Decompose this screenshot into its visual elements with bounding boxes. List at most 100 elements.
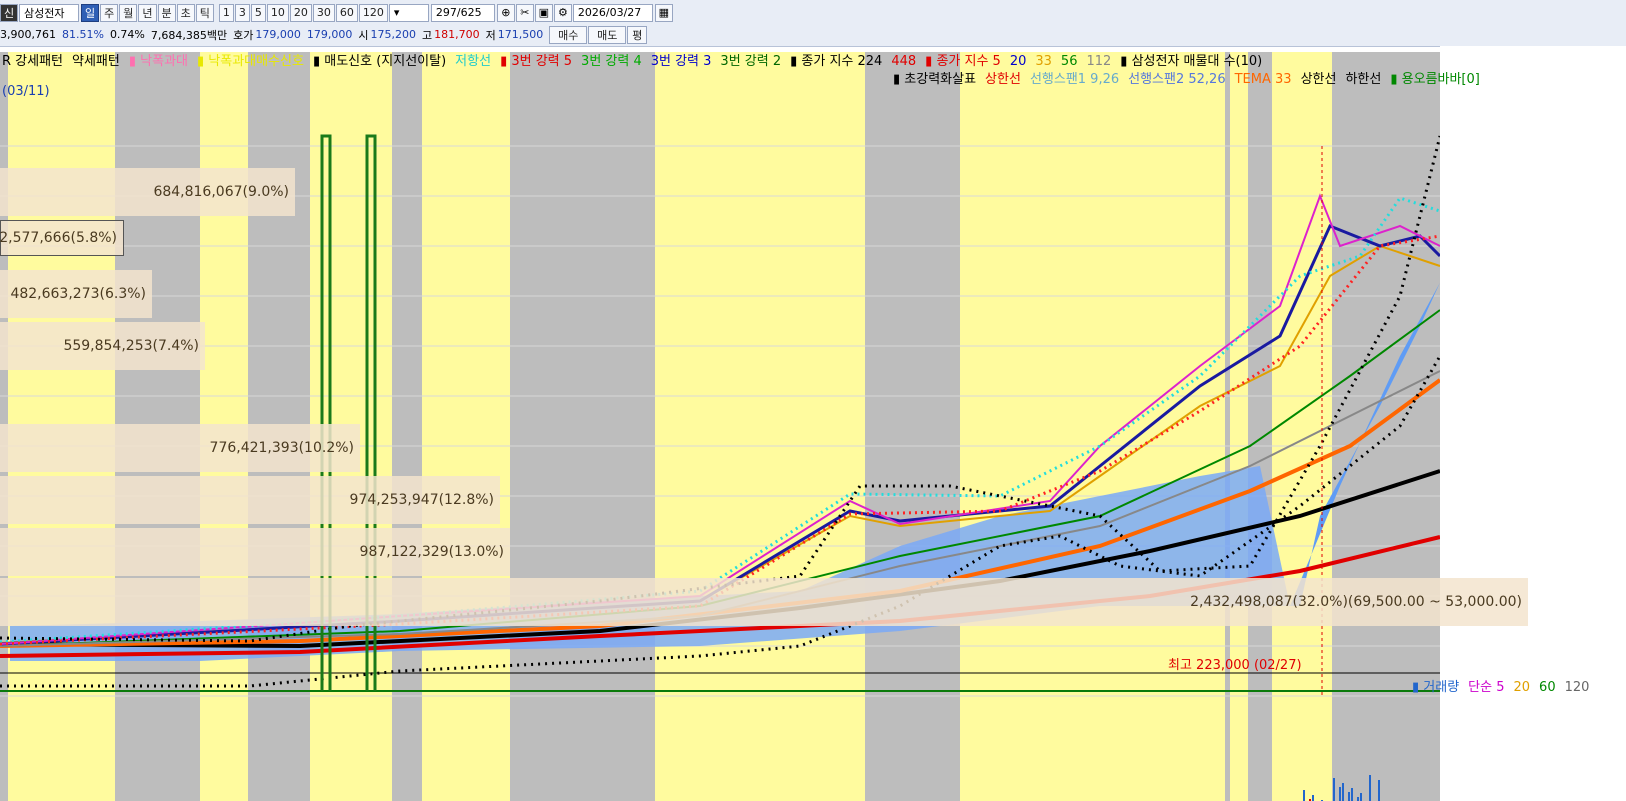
count-input[interactable]: 297/625: [430, 3, 495, 22]
interval-button[interactable]: 30: [312, 3, 335, 22]
volume-profile-label: 987,122,329(13.0%): [0, 528, 510, 576]
legend-item[interactable]: 448: [891, 54, 916, 69]
legend-item[interactable]: ▮ 거래량: [1412, 680, 1459, 695]
legend-item[interactable]: TEMA 33: [1235, 72, 1292, 87]
legend-item[interactable]: 단순 5: [1468, 680, 1504, 695]
session-band: [1272, 52, 1332, 801]
volume-bar: [1369, 775, 1371, 801]
interval-buttons: 1 3 5 10 20 30 60 120: [218, 3, 389, 22]
hoga-price-2: 179,000: [306, 28, 353, 41]
legend-item[interactable]: ▮ 삼성전자 매물대 수(10): [1120, 54, 1262, 69]
low-label: 저: [485, 28, 496, 42]
flat-button[interactable]: 평: [627, 25, 648, 44]
legend-item[interactable]: 상한선: [1301, 72, 1337, 87]
high-price: 181,700: [434, 28, 480, 41]
session-band: [392, 52, 422, 801]
legend-item[interactable]: 저항선: [455, 54, 491, 69]
interval-button[interactable]: 5: [250, 3, 266, 22]
stock-badge: 신: [0, 3, 18, 22]
session-band: [655, 52, 865, 801]
toolbar-row-2: 3,900,761 81.51% 0.74% 7,684,385백만 호가 17…: [0, 24, 648, 45]
legend-item[interactable]: 3번 강력 4: [581, 54, 642, 69]
buy-button[interactable]: 매수: [549, 25, 588, 44]
session-band: [422, 52, 510, 801]
legend-item[interactable]: 120: [1565, 680, 1590, 695]
legend-item[interactable]: ▮ 낙폭과대매수신호: [197, 54, 304, 69]
interval-button[interactable]: 20: [289, 3, 312, 22]
legend-item[interactable]: ▮ 3번 강력 5: [500, 54, 572, 69]
session-band: [1225, 52, 1230, 801]
session-band: [1248, 52, 1272, 801]
legend-item[interactable]: ▮ 낙폭과대: [129, 54, 188, 69]
volume-profile-label: 684,816,067(9.0%): [0, 168, 295, 216]
legend-item[interactable]: 60: [1539, 680, 1556, 695]
chart-toolbar: 신 삼성전자 일주월년분초틱 1 3 5 10 20 30 60 120 ▾ 297/625 …: [0, 0, 1626, 47]
gear-icon[interactable]: ⚙: [553, 3, 572, 22]
legend-item[interactable]: ▮ 용오름바바[0]: [1390, 72, 1480, 87]
period-button[interactable]: 틱: [195, 3, 214, 22]
quote-volume: 3,900,761: [0, 28, 56, 41]
volume-bar: [1303, 790, 1305, 801]
period-button[interactable]: 초: [176, 3, 195, 22]
volume-legend: ▮ 거래량 단순 5 20 60 120: [1412, 676, 1598, 695]
save-icon[interactable]: ▣: [534, 3, 553, 22]
legend-item[interactable]: ▮ 종가 지수 5: [925, 54, 1001, 69]
open-price: 175,200: [370, 28, 417, 41]
sell-button[interactable]: 매도: [588, 25, 627, 44]
hoga-label: 호가: [233, 28, 254, 42]
legend-item[interactable]: 약세패턴: [72, 54, 120, 69]
interval-select[interactable]: ▾: [388, 3, 429, 22]
indicator-legend-row-1: R 강세패턴 약세패턴 ▮ 낙폭과대 ▮ 낙폭과대매수신호 ▮ 매도신호 (지지선이탈)…: [2, 50, 1271, 69]
period-buttons: 일주월년분초틱: [81, 3, 215, 22]
legend-item[interactable]: R 강세패턴: [2, 54, 63, 69]
split-icon[interactable]: ✂: [515, 3, 534, 22]
date-input[interactable]: 2026/03/27: [572, 3, 653, 22]
legend-item[interactable]: 선행스팬2 52,26: [1128, 72, 1225, 87]
calendar-icon[interactable]: ▦: [654, 3, 673, 22]
legend-item[interactable]: 20: [1010, 54, 1027, 69]
interval-button[interactable]: 10: [266, 3, 289, 22]
volume-bar: [1312, 795, 1314, 801]
volume-profile-label-largest: 2,432,498,087(32.0%)(69,500.00 ~ 53,000.…: [0, 578, 1528, 626]
legend-item[interactable]: 하한선: [1345, 72, 1381, 87]
session-band: [1230, 52, 1248, 801]
legend-item[interactable]: 112: [1086, 54, 1111, 69]
open-label: 시: [358, 28, 369, 42]
period-button[interactable]: 주: [100, 3, 119, 22]
legend-item[interactable]: ▮ 매도신호 (지지선이탈): [313, 54, 446, 69]
volume-profile-label: 776,421,393(10.2%): [0, 424, 360, 472]
indicator-legend-row-2: ▮ 초강력화살표 상한선 선행스팬1 9,26 선행스팬2 52,26 TEMA 33 상…: [893, 68, 1489, 87]
legend-item[interactable]: 선행스팬1 9,26: [1030, 72, 1119, 87]
volume-bar: [1378, 780, 1380, 801]
session-band: [960, 52, 1225, 801]
legend-item[interactable]: ▮ 초강력화살표: [893, 72, 976, 87]
legend-item[interactable]: 56: [1061, 54, 1078, 69]
legend-item[interactable]: 상한선: [985, 72, 1021, 87]
session-band: [865, 52, 960, 801]
period-button[interactable]: 일: [81, 3, 100, 22]
legend-item[interactable]: 20: [1514, 680, 1531, 695]
interval-button[interactable]: 120: [358, 3, 388, 22]
session-band: [510, 52, 655, 801]
volume-bar: [1333, 778, 1335, 801]
low-price: 171,500: [497, 28, 544, 41]
period-button[interactable]: 년: [138, 3, 157, 22]
period-button[interactable]: 분: [157, 3, 176, 22]
legend-item[interactable]: 33: [1035, 54, 1052, 69]
interval-button[interactable]: 3: [234, 3, 250, 22]
legend-item[interactable]: 3번 강력 2: [720, 54, 781, 69]
legend-item[interactable]: 3번 강력 3: [651, 54, 712, 69]
legend-item[interactable]: ▮ 종가 지수 224: [790, 54, 882, 69]
volume-bar: [1351, 788, 1353, 801]
interval-button[interactable]: 1: [218, 3, 234, 22]
period-button[interactable]: 월: [119, 3, 138, 22]
volume-profile-label: 482,663,273(6.3%): [0, 270, 152, 318]
stock-name-input[interactable]: 삼성전자: [19, 3, 79, 22]
count-value: 297: [435, 6, 457, 19]
quote-amount: 7,684,385백만: [150, 28, 228, 42]
crosshair-icon[interactable]: ⊕: [496, 3, 515, 22]
volume-profile-label: 2,577,666(5.8%): [0, 220, 124, 256]
volume-bar: [1342, 783, 1344, 801]
volume-profile-label: 974,253,947(12.8%): [0, 476, 500, 524]
interval-button[interactable]: 60: [335, 3, 358, 22]
